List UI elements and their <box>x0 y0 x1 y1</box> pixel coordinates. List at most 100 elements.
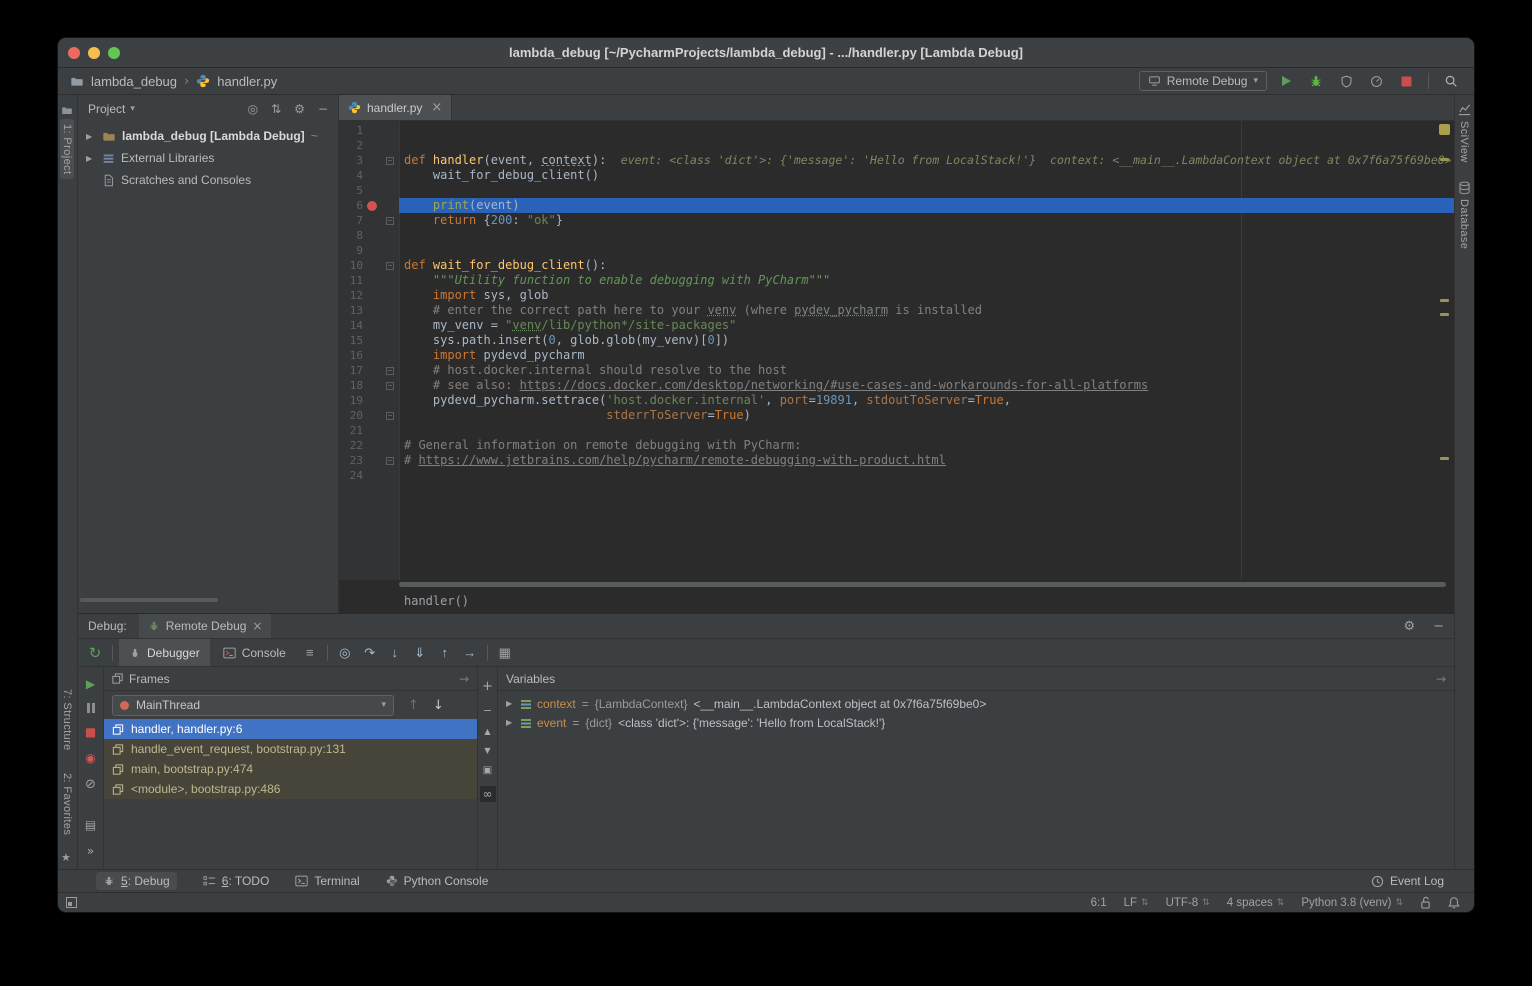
chevron-down-icon[interactable]: ▾ <box>130 104 135 114</box>
readonly-lock-button[interactable] <box>1420 896 1431 909</box>
code-text[interactable] <box>399 423 1454 438</box>
breakpoint-gutter[interactable] <box>363 468 381 483</box>
rerun-icon[interactable]: ↻ <box>84 644 106 662</box>
code-text[interactable]: return {200: "ok"} <box>399 213 1454 228</box>
fold-marker-icon[interactable] <box>386 367 394 375</box>
breakpoint-gutter[interactable] <box>363 183 381 198</box>
breakpoint-gutter[interactable] <box>363 168 381 183</box>
sidebar-item-structure[interactable]: 7: Structure <box>61 689 73 751</box>
line-number[interactable]: 22 <box>339 438 363 453</box>
breadcrumb-function[interactable]: handler() <box>404 594 469 608</box>
line-number[interactable]: 16 <box>339 348 363 363</box>
line-number[interactable]: 18 <box>339 378 363 393</box>
hide-toolwindow-icon[interactable]: − <box>1433 619 1444 634</box>
chevron-right-icon[interactable]: ▶ <box>86 154 96 163</box>
expand-icon[interactable]: ▶ <box>506 718 515 727</box>
close-window-button[interactable] <box>68 47 80 59</box>
close-tab-icon[interactable]: × <box>431 100 442 115</box>
code-text[interactable]: print(event) <box>399 198 1454 213</box>
breakpoint-gutter[interactable] <box>363 318 381 333</box>
toolwindow-button-debug[interactable]: 5: Debug <box>96 872 177 890</box>
run-button[interactable] <box>1275 70 1297 92</box>
move-up-icon[interactable]: ▲ <box>484 727 490 736</box>
line-number[interactable]: 12 <box>339 288 363 303</box>
line-number[interactable]: 8 <box>339 228 363 243</box>
breakpoint-gutter[interactable] <box>363 243 381 258</box>
layout-settings-icon[interactable]: ≡ <box>299 645 321 660</box>
code-text[interactable]: """Utility function to enable debugging … <box>399 273 1454 288</box>
step-out-icon[interactable]: ↑ <box>434 645 456 660</box>
breakpoint-gutter[interactable] <box>363 303 381 318</box>
breakpoint-gutter[interactable] <box>363 438 381 453</box>
step-over-icon[interactable]: ↷ <box>359 645 381 661</box>
code-text[interactable]: # enter the correct path here to your ve… <box>399 303 1454 318</box>
line-number[interactable]: 7 <box>339 213 363 228</box>
code-text[interactable] <box>399 243 1454 258</box>
variable-row-event[interactable]: ▶ event = {dict} <class 'dict'>: {'messa… <box>498 713 1454 732</box>
next-frame-icon[interactable]: ↓ <box>433 698 444 713</box>
breakpoint-gutter[interactable] <box>363 333 381 348</box>
favorites-star-icon[interactable]: ★ <box>61 851 71 864</box>
line-number[interactable]: 6 <box>339 198 363 213</box>
toolwindow-switcher-icon[interactable] <box>66 897 77 908</box>
line-number[interactable]: 23 <box>339 453 363 468</box>
breakpoint-gutter[interactable] <box>363 258 381 273</box>
breakpoint-gutter[interactable] <box>363 423 381 438</box>
line-separator-widget[interactable]: LF⇅ <box>1124 897 1149 909</box>
expand-icon[interactable]: ▶ <box>506 699 515 708</box>
breadcrumb-project[interactable]: lambda_debug <box>91 74 177 89</box>
breadcrumb-file[interactable]: handler.py <box>217 74 277 89</box>
thread-selector[interactable]: MainThread ▾ <box>112 695 394 716</box>
close-tab-icon[interactable]: × <box>252 619 262 633</box>
sidebar-item-database[interactable]: Database <box>1458 199 1470 249</box>
view-as-table-icon[interactable]: ▦ <box>494 645 516 661</box>
tab-console[interactable]: Console <box>213 639 296 666</box>
run-to-cursor-icon[interactable]: → <box>459 645 481 660</box>
breakpoint-gutter[interactable] <box>363 123 381 138</box>
project-title[interactable]: Project <box>88 102 125 116</box>
project-horizontal-scrollbar[interactable] <box>80 598 218 602</box>
sidebar-item-project[interactable]: 1: Project <box>60 119 74 179</box>
toolwindow-button-todo[interactable]: 6: TODO <box>203 874 270 888</box>
toolwindow-button-terminal[interactable]: Terminal <box>295 874 359 888</box>
code-text[interactable] <box>399 123 1454 138</box>
pause-icon[interactable] <box>87 703 95 713</box>
restore-layout-icon[interactable]: ▤ <box>85 818 96 832</box>
move-down-icon[interactable]: ▼ <box>484 746 490 755</box>
show-return-values-icon[interactable]: ∞ <box>480 786 496 802</box>
breakpoint-gutter[interactable] <box>363 453 381 468</box>
run-configuration-select[interactable]: Remote Debug ▾ <box>1139 71 1267 91</box>
gear-icon[interactable]: ⚙ <box>1403 619 1415 634</box>
show-execution-point-icon[interactable]: ◎ <box>334 645 356 661</box>
stack-frame[interactable]: <module>, bootstrap.py:486 <box>104 779 477 799</box>
database-icon[interactable] <box>1458 181 1471 200</box>
resume-icon[interactable]: ▶ <box>86 677 95 691</box>
breakpoint-gutter[interactable] <box>363 228 381 243</box>
fold-marker-icon[interactable] <box>386 457 394 465</box>
fold-marker-icon[interactable] <box>386 157 394 165</box>
locate-file-icon[interactable]: ◎ <box>248 102 258 116</box>
code-text[interactable]: import pydevd_pycharm <box>399 348 1454 363</box>
error-stripe-mark[interactable] <box>1440 158 1449 161</box>
mute-breakpoints-icon[interactable]: ⊘ <box>85 777 96 792</box>
breakpoint-gutter[interactable] <box>363 393 381 408</box>
code-text[interactable]: # host.docker.internal should resolve to… <box>399 363 1454 378</box>
remove-watch-icon[interactable]: − <box>483 704 492 717</box>
error-stripe-mark[interactable] <box>1440 299 1449 302</box>
more-actions-icon[interactable]: » <box>87 844 94 858</box>
force-step-into-icon[interactable]: ⇓ <box>409 645 431 661</box>
notifications-button[interactable] <box>1448 896 1460 909</box>
fold-marker-icon[interactable] <box>386 382 394 390</box>
code-text[interactable]: # General information on remote debuggin… <box>399 438 1454 453</box>
search-everywhere-button[interactable] <box>1440 70 1462 92</box>
profiler-button[interactable] <box>1365 70 1387 92</box>
toolwindow-button-python-console[interactable]: Python Console <box>386 874 489 888</box>
coverage-button[interactable] <box>1335 70 1357 92</box>
fold-marker-icon[interactable] <box>386 217 394 225</box>
code-text[interactable]: pydevd_pycharm.settrace('host.docker.int… <box>399 393 1454 408</box>
hide-toolwindow-icon[interactable]: − <box>318 102 328 116</box>
gear-icon[interactable]: ⚙ <box>294 102 305 116</box>
breakpoint-gutter[interactable] <box>363 408 381 423</box>
line-number[interactable]: 20 <box>339 408 363 423</box>
line-number[interactable]: 21 <box>339 423 363 438</box>
